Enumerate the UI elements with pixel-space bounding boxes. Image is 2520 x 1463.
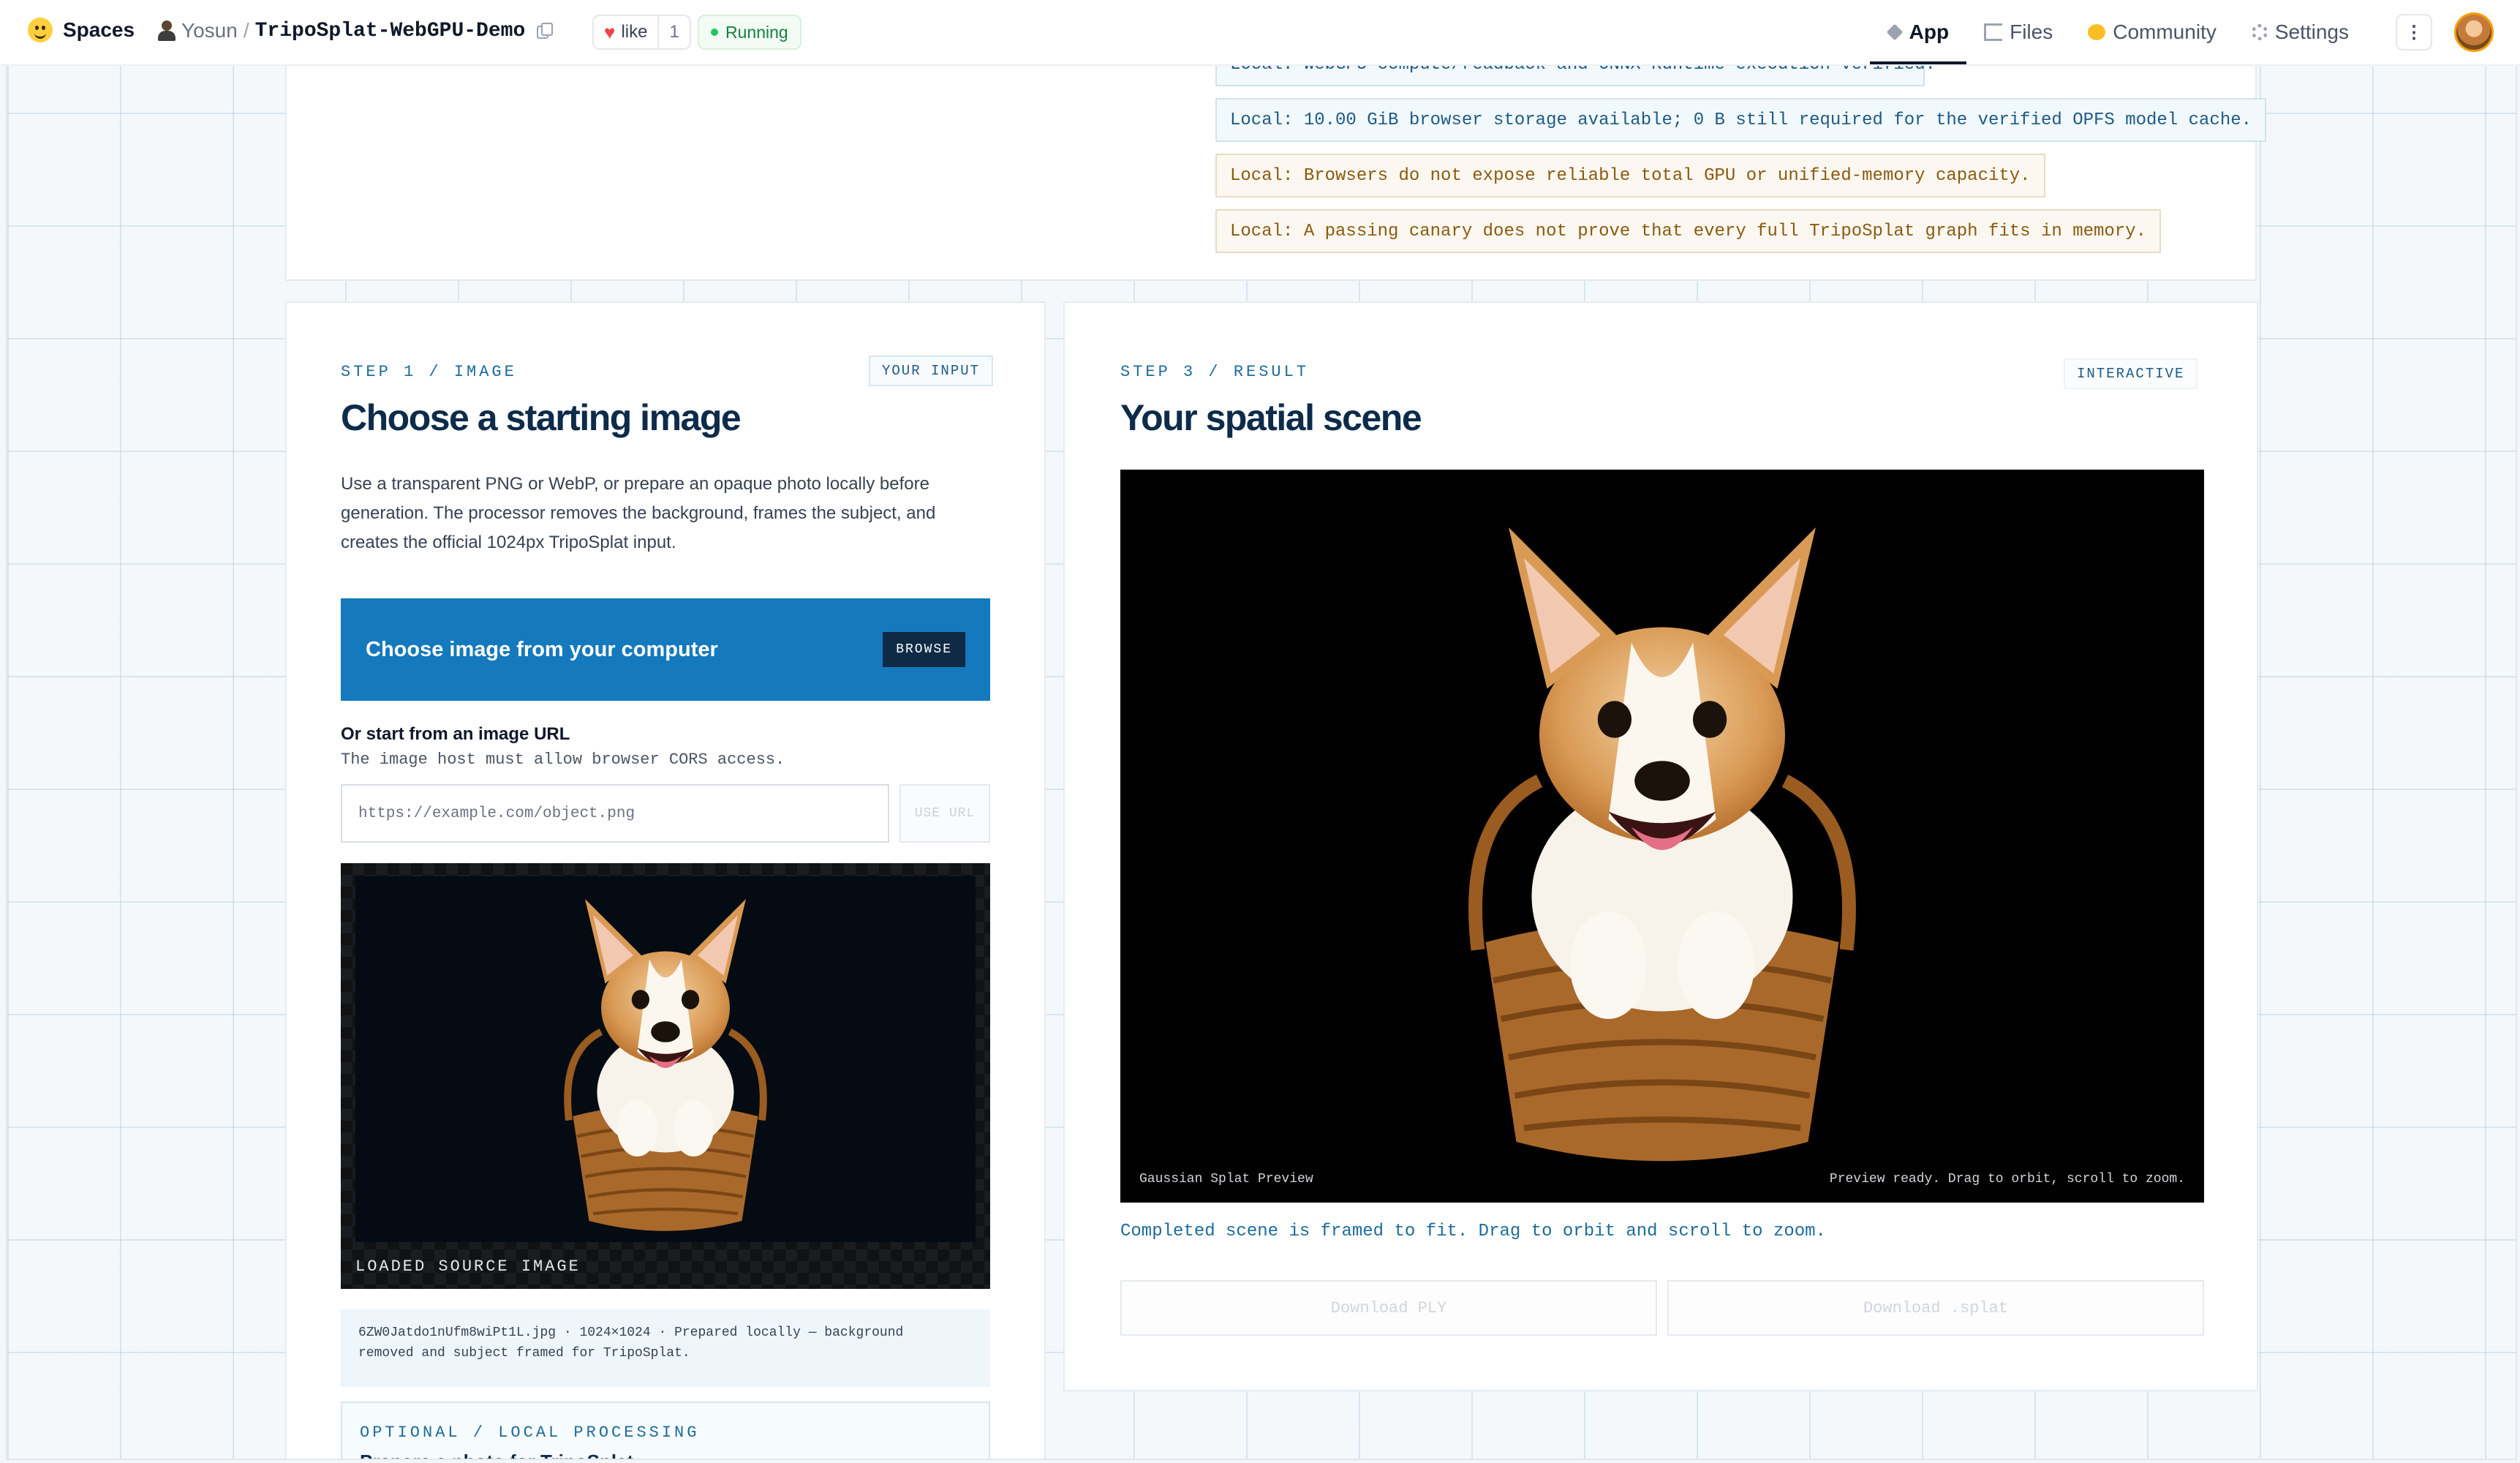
- interactive-badge: INTERACTIVE: [2064, 358, 2198, 389]
- your-input-badge: YOUR INPUT: [869, 356, 994, 386]
- like-label: like: [621, 22, 648, 42]
- description-line: creates the official 1024px TripoSplat i…: [341, 533, 676, 552]
- viewer-caption-left: Gaussian Splat Preview: [1139, 1172, 1313, 1186]
- community-icon: [2088, 24, 2106, 40]
- status-badge[interactable]: Running: [698, 15, 801, 50]
- step-label: STEP 1 / IMAGE: [341, 363, 517, 381]
- optional-processing-panel: OPTIONAL / LOCAL PROCESSING Prepare a ph…: [341, 1402, 990, 1459]
- tab-files[interactable]: Files: [1966, 0, 2070, 64]
- gear-icon: [2251, 24, 2268, 40]
- description-line: Use a transparent PNG or WebP, or prepar…: [341, 474, 929, 494]
- verification-card: Local: WebGPU compute/readback and ONNX …: [285, 42, 2267, 281]
- use-url-button[interactable]: USE URL: [899, 784, 990, 843]
- splat-render: [1468, 527, 1856, 1162]
- user-avatar[interactable]: [2454, 12, 2494, 52]
- owner-link[interactable]: Yosun: [181, 19, 238, 42]
- cube-icon: [1886, 23, 1903, 41]
- result-message: Completed scene is framed to fit. Drag t…: [1120, 1222, 1826, 1241]
- top-navigation: Spaces Yosun / TripoSplat-WebGPU-Demo ♥ …: [0, 0, 2520, 66]
- result-card: STEP 3 / RESULT INTERACTIVE Your spatial…: [1063, 301, 2258, 1391]
- file-meta-line: 6ZW0Jatdo1nUfm8wiPt1L.jpg · 1024×1024 · …: [358, 1325, 904, 1340]
- tab-label: Community: [2113, 20, 2217, 43]
- input-title: Choose a starting image: [341, 397, 742, 438]
- tab-label: App: [1909, 20, 1950, 43]
- source-image-preview: LOADED SOURCE IMAGE: [341, 863, 990, 1289]
- verification-note-gpu-memory: Local: Browsers do not expose reliable t…: [1215, 154, 2045, 198]
- download-splat-button[interactable]: Download .splat: [1667, 1280, 2204, 1336]
- download-ply-button[interactable]: Download PLY: [1120, 1280, 1657, 1336]
- more-options-button[interactable]: ⋮: [2396, 14, 2432, 50]
- heart-icon: ♥: [604, 20, 616, 43]
- splat-viewer[interactable]: Gaussian Splat Preview Preview ready. Dr…: [1120, 470, 2204, 1203]
- hugging-face-logo-icon: [28, 18, 53, 42]
- input-card: STEP 1 / IMAGE YOUR INPUT Choose a start…: [285, 301, 1046, 1459]
- owner-avatar-icon: [158, 20, 176, 41]
- status-dot-icon: [711, 29, 718, 36]
- file-meta-line: removed and subject framed for TripoSpla…: [358, 1346, 690, 1361]
- description-line: generation. The processor removes the ba…: [341, 503, 936, 523]
- optional-step-label: OPTIONAL / LOCAL PROCESSING: [360, 1423, 700, 1442]
- tab-label: Files: [2010, 20, 2053, 43]
- app-frame: Local: WebGPU compute/readback and ONNX …: [6, 0, 2517, 1460]
- tab-app[interactable]: App: [1869, 0, 1967, 64]
- tab-label: Settings: [2274, 20, 2349, 43]
- result-title: Your spatial scene: [1120, 397, 1422, 438]
- preview-label: LOADED SOURCE IMAGE: [355, 1257, 581, 1276]
- verification-note-storage: Local: 10.00 GiB browser storage availab…: [1215, 98, 2267, 142]
- tab-settings[interactable]: Settings: [2234, 0, 2366, 64]
- breadcrumb-separator: /: [243, 19, 249, 42]
- file-meta: 6ZW0Jatdo1nUfm8wiPt1L.jpg · 1024×1024 · …: [341, 1309, 990, 1387]
- like-count[interactable]: 1: [657, 16, 689, 48]
- verification-note-canary: Local: A passing canary does not prove t…: [1215, 209, 2162, 253]
- url-label: Or start from an image URL: [341, 724, 570, 744]
- repo-name[interactable]: TripoSplat-WebGPU-Demo: [255, 20, 526, 42]
- optional-subtitle: Prepare a photo for TripoSplat: [360, 1451, 971, 1459]
- browse-title: Choose image from your computer: [366, 637, 718, 661]
- like-group: ♥ like 1: [592, 15, 691, 50]
- spaces-brand[interactable]: Spaces: [28, 18, 135, 42]
- file-drop-zone[interactable]: Choose image from your computer BROWSE: [341, 598, 990, 701]
- url-help: The image host must allow browser CORS a…: [341, 751, 785, 769]
- brand-label: Spaces: [63, 18, 135, 41]
- tab-community[interactable]: Community: [2070, 0, 2234, 64]
- image-url-input[interactable]: [341, 784, 889, 843]
- files-icon: [1984, 23, 2003, 41]
- input-description: Use a transparent PNG or WebP, or prepar…: [341, 470, 935, 557]
- source-image: [355, 876, 976, 1242]
- result-step-label: STEP 3 / RESULT: [1120, 363, 1310, 381]
- space-tabs: App Files Community Settings ⋮: [1869, 0, 2520, 64]
- corgi-basket-image: [564, 899, 767, 1231]
- viewer-caption-right: Preview ready. Drag to orbit, scroll to …: [1829, 1172, 2185, 1186]
- breadcrumb: Yosun / TripoSplat-WebGPU-Demo: [158, 19, 554, 42]
- browse-button[interactable]: BROWSE: [883, 632, 965, 667]
- like-button[interactable]: ♥ like: [594, 16, 657, 48]
- copy-icon[interactable]: [537, 23, 554, 39]
- status-label: Running: [725, 22, 788, 42]
